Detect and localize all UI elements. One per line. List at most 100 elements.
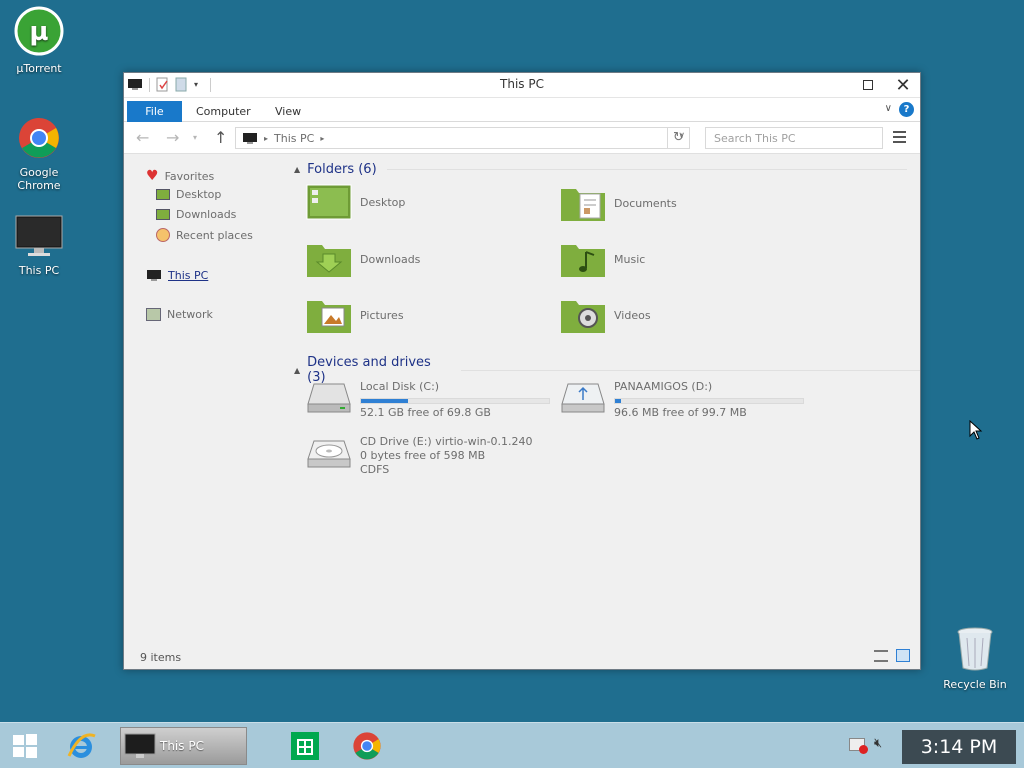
volume-muted-icon[interactable]: 🔇︎ — [874, 736, 882, 751]
taskbar-window-label: This PC — [160, 739, 204, 753]
large-icons-view-icon[interactable] — [896, 649, 910, 662]
recycle-bin-icon — [937, 626, 1013, 675]
nav-item-desktop[interactable]: Desktop — [156, 188, 221, 201]
navigation-pane: ♥ Favorites Desktop Downloads Recent pla… — [124, 156, 284, 636]
heart-icon: ♥ — [146, 168, 159, 184]
tab-file[interactable]: File — [127, 101, 182, 122]
drive-name: PANAAMIGOS (D:) — [614, 380, 713, 393]
windows-logo-icon — [13, 734, 37, 758]
drive-e[interactable]: CD Drive (E:) virtio-win-0.1.240 0 bytes… — [306, 435, 533, 477]
collapse-icon: ▲ — [294, 165, 301, 174]
up-icon[interactable]: ↑ — [214, 128, 227, 147]
title-bar[interactable]: ▾ This PC ✕ — [124, 73, 920, 98]
folders-group-header[interactable]: ▲ Folders (6) — [294, 162, 907, 177]
drive-usage-fill — [615, 399, 621, 403]
details-view-icon[interactable] — [874, 650, 888, 662]
maximize-button[interactable] — [853, 75, 883, 95]
desktop-icon-chrome[interactable]: Google Chrome — [1, 116, 77, 192]
drive-usage-fill — [361, 399, 408, 403]
network-status-icon[interactable] — [849, 738, 868, 754]
drive-name: Local Disk (C:) — [360, 380, 440, 393]
forward-icon[interactable]: → — [166, 128, 179, 147]
nav-label: This PC — [168, 269, 209, 282]
desktop-icon-recycle-bin[interactable]: Recycle Bin — [937, 626, 1013, 691]
nav-item-recent-places[interactable]: Recent places — [156, 228, 253, 242]
folder-label: Downloads — [360, 252, 421, 266]
folder-label: Pictures — [360, 308, 404, 322]
chrome-icon — [1, 116, 77, 163]
address-bar[interactable]: ▸ This PC ▸ ∨ — [235, 127, 690, 149]
desktop-icon — [156, 189, 170, 200]
folder-label: Videos — [614, 308, 651, 322]
nav-item-this-pc[interactable]: This PC — [146, 269, 208, 282]
pictures-folder-icon — [307, 301, 351, 333]
nav-item-favorites[interactable]: ♥ Favorites — [146, 168, 214, 184]
breadcrumb-this-pc[interactable]: This PC — [274, 132, 314, 145]
drive-usage-bar — [614, 398, 804, 404]
desktop-icon-label: Recycle Bin — [943, 678, 1007, 691]
close-button[interactable]: ✕ — [888, 75, 918, 96]
folder-pictures[interactable]: Pictures — [306, 296, 404, 334]
documents-folder-icon — [561, 189, 605, 221]
start-button[interactable] — [6, 723, 44, 768]
item-count: 9 items — [140, 651, 182, 664]
search-input[interactable]: Search This PC — [705, 127, 883, 149]
chevron-right-icon: ▸ — [264, 133, 269, 143]
chevron-right-icon[interactable]: ▸ — [320, 134, 324, 143]
drive-filesystem: CDFS — [360, 463, 390, 476]
store-icon — [291, 732, 319, 760]
drive-free-space: 96.6 MB free of 99.7 MB — [614, 406, 747, 419]
taskbar-this-pc[interactable]: This PC — [120, 727, 247, 765]
cd-drive-icon — [307, 440, 351, 468]
drive-name: CD Drive (E:) virtio-win-0.1.240 — [360, 435, 533, 448]
expand-ribbon-icon[interactable]: ∨ — [885, 103, 892, 114]
folder-label: Desktop — [360, 195, 406, 209]
desktop-icon-utorrent[interactable]: µ µTorrent — [1, 6, 77, 75]
videos-folder-icon — [561, 301, 605, 333]
taskbar-clock[interactable]: 3:14 PM — [902, 730, 1016, 764]
nav-label: Network — [167, 308, 213, 321]
refresh-icon[interactable]: ↻ — [667, 127, 689, 149]
recent-locations-icon[interactable]: ▾ — [193, 133, 197, 142]
music-folder-icon — [561, 245, 605, 277]
help-icon[interactable]: ? — [899, 102, 914, 117]
back-icon[interactable]: ← — [136, 128, 149, 147]
nav-label: Downloads — [176, 208, 237, 221]
hard-drive-icon — [307, 383, 351, 413]
drive-free-space: 0 bytes free of 598 MB — [360, 449, 486, 462]
desktop-icon-label: µTorrent — [16, 62, 62, 75]
monitor-icon — [243, 132, 257, 144]
taskbar-chrome[interactable] — [346, 723, 388, 768]
group-title: Folders (6) — [307, 162, 377, 177]
drive-d[interactable]: PANAAMIGOS (D:) 96.6 MB free of 99.7 MB — [560, 380, 804, 420]
folder-label: Music — [614, 252, 646, 266]
taskbar-store[interactable] — [284, 723, 326, 768]
monitor-icon — [147, 270, 161, 281]
taskbar-ie[interactable] — [58, 723, 104, 768]
internet-explorer-icon — [67, 733, 96, 758]
folder-music[interactable]: Music — [560, 240, 645, 278]
tab-view[interactable]: View — [265, 101, 311, 122]
desktop-icon-label: Google Chrome — [17, 166, 61, 192]
monitor-icon — [1, 214, 77, 261]
chrome-icon — [353, 732, 381, 760]
usb-drive-icon — [561, 383, 605, 413]
desktop-folder-icon — [306, 184, 352, 220]
nav-item-downloads[interactable]: Downloads — [156, 208, 236, 221]
explorer-window[interactable]: ▾ This PC ✕ File Computer View ∨ ? ← → ▾… — [123, 72, 921, 670]
hamburger-menu-icon[interactable] — [893, 131, 906, 146]
drive-c[interactable]: Local Disk (C:) 52.1 GB free of 69.8 GB — [306, 380, 550, 420]
desktop-icon-this-pc[interactable]: This PC — [1, 214, 77, 277]
utorrent-icon: µ — [1, 6, 77, 59]
folder-desktop[interactable]: Desktop — [306, 184, 405, 220]
nav-label: Desktop — [176, 188, 222, 201]
collapse-icon: ▲ — [294, 365, 301, 375]
tab-computer[interactable]: Computer — [186, 101, 261, 122]
nav-label: Recent places — [176, 228, 253, 242]
folder-documents[interactable]: Documents — [560, 184, 677, 222]
folder-label: Documents — [614, 196, 677, 210]
address-row: ← → ▾ ↑ ▸ This PC ▸ ∨ ↻ Search This PC — [124, 122, 920, 154]
folder-videos[interactable]: Videos — [560, 296, 651, 334]
nav-item-network[interactable]: Network — [146, 308, 213, 321]
folder-downloads[interactable]: Downloads — [306, 240, 420, 278]
